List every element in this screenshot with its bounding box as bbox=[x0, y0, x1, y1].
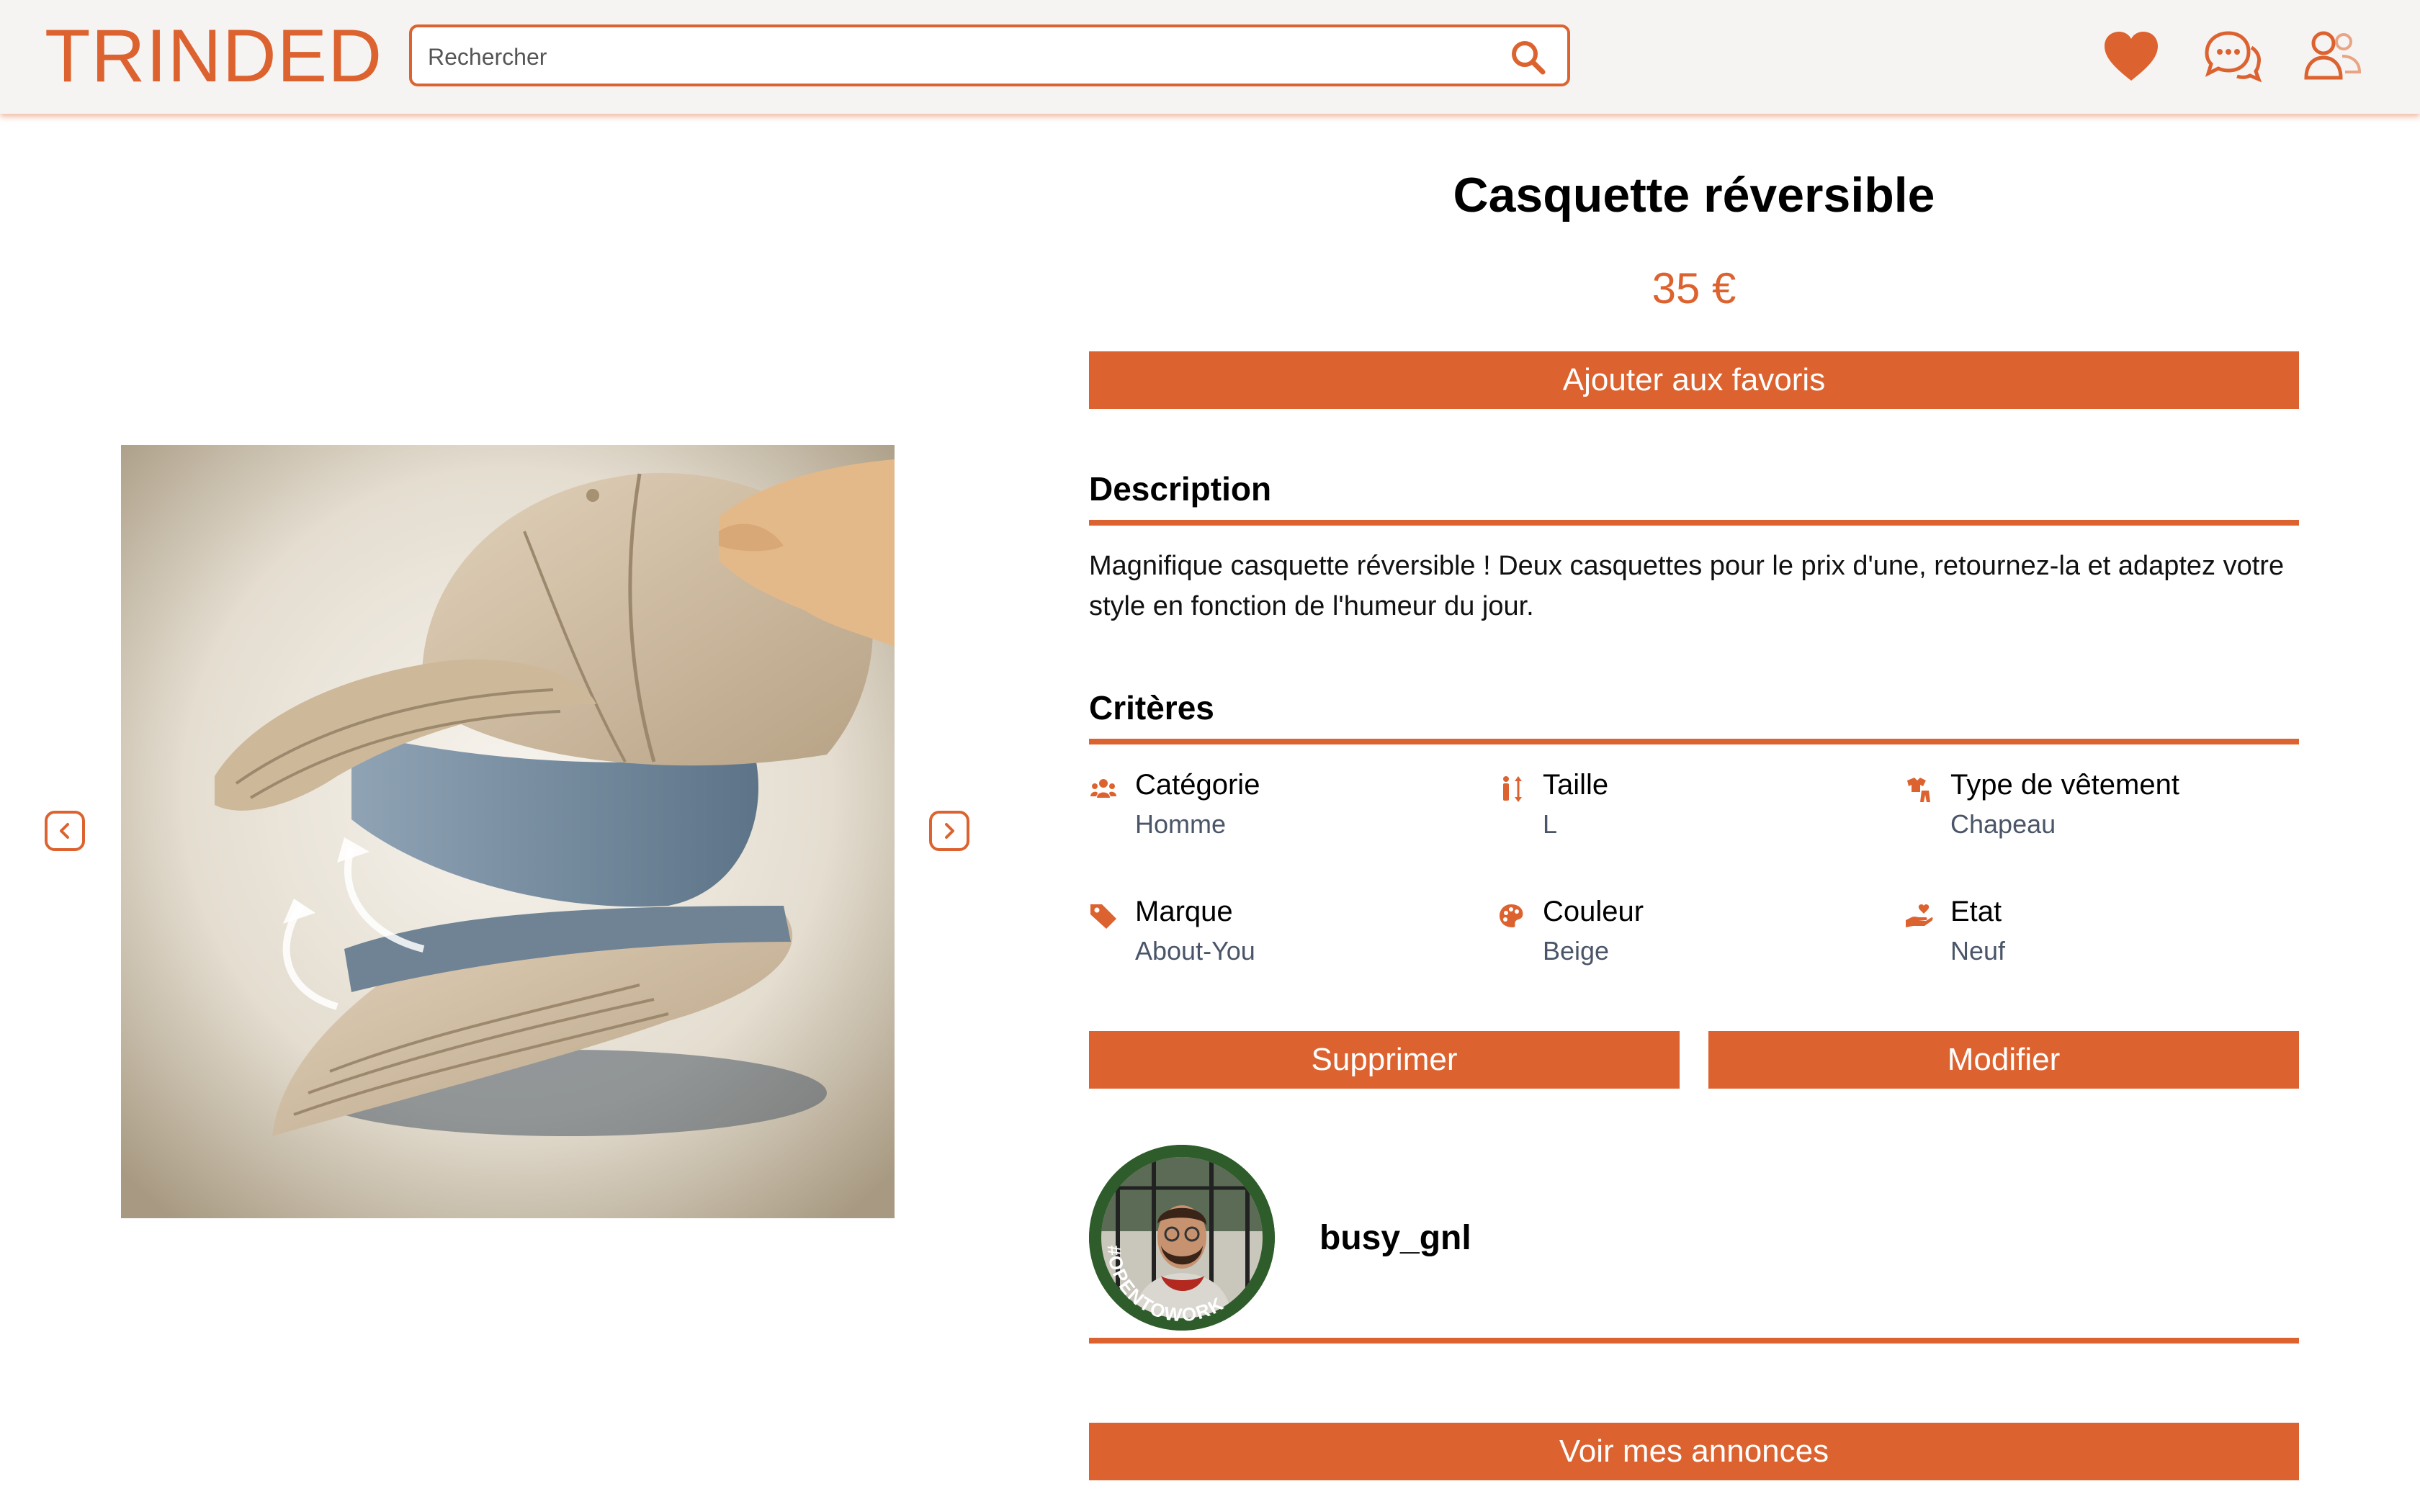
chat-icon[interactable] bbox=[2201, 26, 2263, 88]
criterion-value: Homme bbox=[1135, 809, 1227, 839]
criteria-divider bbox=[1089, 739, 2299, 744]
next-image-button[interactable] bbox=[929, 811, 969, 851]
criterion-label: Catégorie bbox=[1135, 769, 1260, 801]
tag-icon bbox=[1090, 904, 1116, 929]
clothing-icon bbox=[1907, 778, 1930, 802]
criterion-value: Chapeau bbox=[1950, 809, 2056, 839]
brand-logo[interactable]: TRINDED bbox=[45, 13, 382, 99]
description-heading: Description bbox=[1089, 470, 1272, 508]
criterion-label: Etat bbox=[1950, 896, 2002, 927]
chevron-right-icon bbox=[945, 823, 954, 839]
hand-heart-icon bbox=[1906, 904, 1933, 927]
seller-divider bbox=[1089, 1338, 2299, 1344]
height-icon bbox=[1503, 776, 1522, 802]
description-divider bbox=[1089, 520, 2299, 526]
users-icon[interactable] bbox=[2302, 26, 2364, 88]
view-listings-button[interactable]: Voir mes annonces bbox=[1089, 1423, 2299, 1480]
delete-button[interactable]: Supprimer bbox=[1089, 1031, 1680, 1089]
criterion-label: Type de vêtement bbox=[1950, 769, 2179, 801]
chevron-left-icon bbox=[60, 823, 69, 839]
criterion-value: About-You bbox=[1135, 936, 1255, 966]
product-description: Magnifique casquette réversible ! Deux c… bbox=[1089, 551, 2285, 621]
edit-button[interactable]: Modifier bbox=[1708, 1031, 2299, 1089]
product-price: 35 € bbox=[1652, 264, 1736, 312]
criterion-value: Beige bbox=[1543, 936, 1610, 966]
criterion-label: Taille bbox=[1543, 769, 1609, 801]
search-input[interactable] bbox=[426, 35, 1495, 79]
criterion-label: Couleur bbox=[1543, 896, 1644, 927]
palette-icon bbox=[1500, 904, 1523, 927]
criterion-label: Marque bbox=[1135, 896, 1233, 927]
previous-image-button[interactable] bbox=[45, 811, 85, 851]
top-header: TRINDED bbox=[0, 0, 2420, 114]
seller-avatar[interactable]: #OPENTOWORK bbox=[1089, 1145, 1275, 1331]
criteria-heading: Critères bbox=[1089, 689, 1214, 726]
search-icon[interactable] bbox=[1508, 37, 1549, 78]
criterion-value: L bbox=[1543, 809, 1558, 839]
product-title: Casquette réversible bbox=[1453, 168, 1935, 222]
people-icon bbox=[1090, 779, 1116, 798]
search-bar[interactable] bbox=[409, 24, 1570, 86]
product-image bbox=[121, 445, 895, 1218]
add-to-favorites-button[interactable]: Ajouter aux favoris bbox=[1089, 351, 2299, 409]
heart-icon[interactable] bbox=[2100, 26, 2162, 88]
criterion-value: Neuf bbox=[1950, 936, 2006, 966]
seller-username[interactable]: busy_gnl bbox=[1319, 1218, 1471, 1258]
